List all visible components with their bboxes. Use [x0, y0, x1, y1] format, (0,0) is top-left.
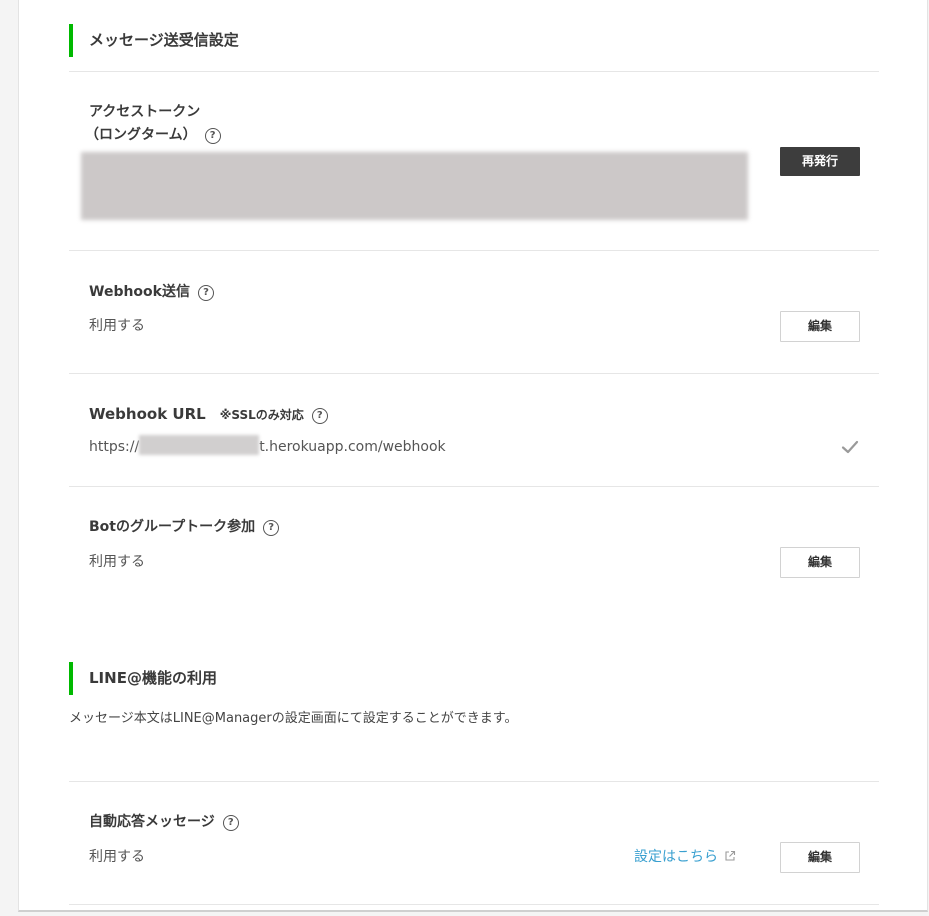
divider	[69, 71, 879, 72]
ssl-note: ※SSLのみ対応	[219, 408, 304, 422]
webhook-url-redacted	[139, 435, 260, 455]
auto-reply-settings-link[interactable]: 設定はこちら	[634, 847, 736, 867]
group-talk-value: 利用する	[89, 554, 145, 570]
auto-reply-label-row: 自動応答メッセージ?	[89, 812, 239, 832]
section-heading-line-at: LINE@機能の利用	[69, 662, 217, 695]
help-icon[interactable]: ?	[263, 520, 280, 536]
group-talk-edit-button[interactable]: 編集	[780, 547, 860, 578]
section-heading-messaging: メッセージ送受信設定	[69, 24, 239, 57]
access-token-label-line2-row: （ロングターム）?	[85, 125, 221, 145]
access-token-label: アクセストークン （ロングターム）?	[85, 102, 221, 145]
group-talk-label: Botのグループトーク参加	[89, 519, 256, 535]
settings-panel: メッセージ送受信設定 アクセストークン （ロングターム）? 再発行 Webhoo…	[18, 0, 928, 912]
help-icon[interactable]: ?	[204, 128, 221, 144]
auto-reply-value: 利用する	[89, 849, 145, 865]
webhook-send-label-row: Webhook送信?	[89, 282, 214, 302]
divider	[69, 373, 879, 374]
divider	[69, 781, 879, 782]
external-link-icon	[725, 850, 736, 861]
divider	[69, 904, 879, 905]
auto-reply-settings-link-label: 設定はこちら	[634, 849, 718, 865]
help-icon[interactable]: ?	[311, 408, 328, 424]
group-talk-label-row: Botのグループトーク参加?	[89, 517, 280, 537]
webhook-send-edit-button[interactable]: 編集	[780, 311, 860, 342]
access-token-label-line1: アクセストークン	[89, 104, 201, 120]
check-icon	[841, 440, 859, 454]
access-token-label-line2: （ロングターム）	[85, 127, 197, 143]
help-icon[interactable]: ?	[222, 815, 239, 831]
webhook-url-prefix: https://	[89, 439, 140, 455]
divider	[69, 486, 879, 487]
access-token-redacted	[81, 152, 748, 220]
webhook-url-label: Webhook URL	[89, 405, 206, 423]
webhook-url-suffix: t.herokuapp.com/webhook	[259, 439, 446, 455]
webhook-send-value: 利用する	[89, 318, 145, 334]
webhook-url-value: https:// t.herokuapp.com/webhook	[89, 435, 446, 457]
help-icon[interactable]: ?	[197, 285, 214, 301]
webhook-send-label: Webhook送信	[89, 284, 190, 300]
reissue-button[interactable]: 再発行	[780, 147, 860, 176]
divider	[69, 250, 879, 251]
auto-reply-edit-button[interactable]: 編集	[780, 842, 860, 873]
auto-reply-label: 自動応答メッセージ	[89, 814, 215, 830]
webhook-url-label-row: Webhook URL ※SSLのみ対応?	[89, 404, 328, 425]
line-at-description: メッセージ本文はLINE@Managerの設定画面にて設定することができます。	[69, 711, 518, 726]
